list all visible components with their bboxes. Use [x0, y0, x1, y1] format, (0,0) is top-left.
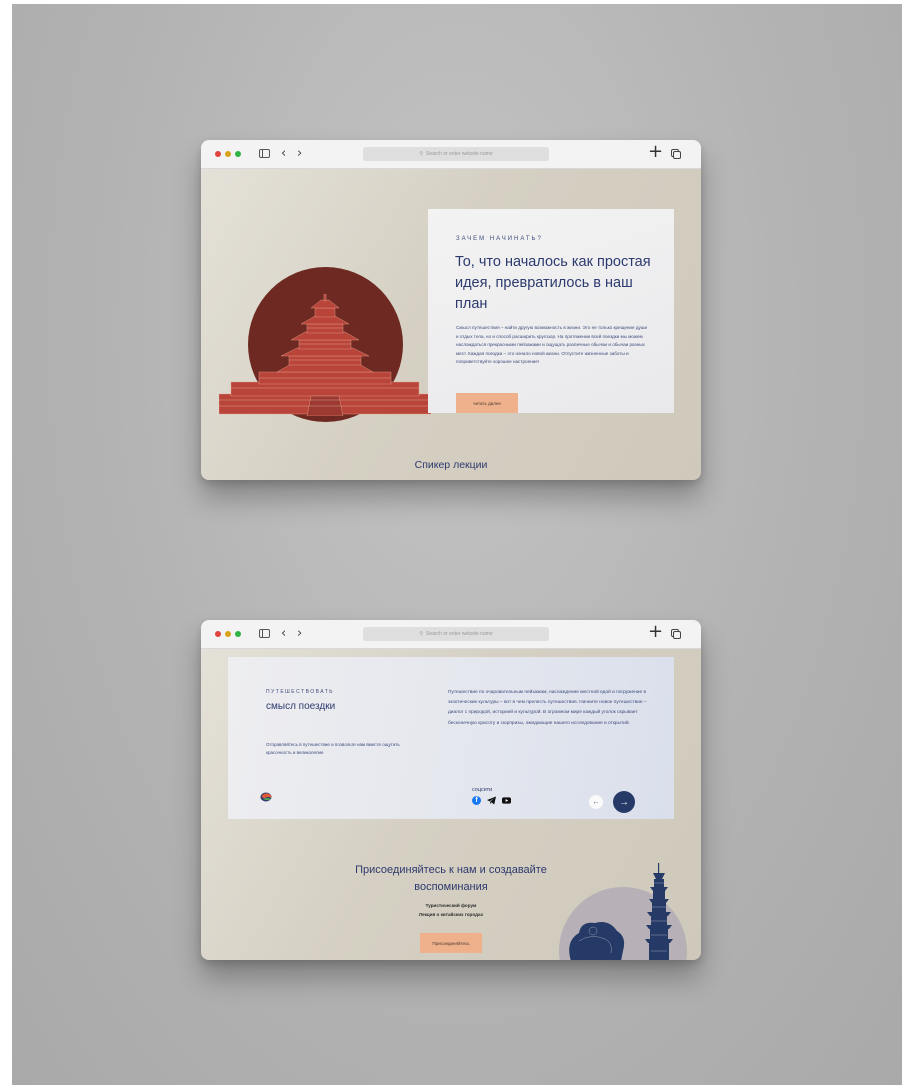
forum-logo-icon [260, 792, 272, 802]
tabs-overview-icon[interactable] [671, 629, 681, 639]
join-subline-forum: Туристический форум [425, 903, 477, 908]
telegram-icon[interactable] [487, 796, 496, 805]
browser-toolbar: ‹ › ⚲ Search or enter website name + [201, 140, 701, 169]
maximize-window-button[interactable] [235, 151, 241, 157]
close-window-button[interactable] [215, 151, 221, 157]
page-content: ЗАЧЕМ НАЧИНАТЬ? То, что началось как про… [201, 169, 701, 480]
youtube-icon[interactable] [502, 796, 511, 805]
address-placeholder: Search or enter website name [425, 631, 493, 637]
travel-card: ПУТЕШЕСТВОВАТЬ смысл поездки Отправляйте… [228, 657, 674, 819]
tabs-overview-icon[interactable] [671, 149, 681, 159]
intro-card: ЗАЧЕМ НАЧИНАТЬ? То, что началось как про… [428, 209, 674, 413]
back-icon[interactable]: ‹ [281, 146, 286, 162]
back-icon[interactable]: ‹ [281, 626, 286, 642]
travel-paragraph: Путешествие по очаровательным пейзажам, … [448, 690, 647, 726]
social-label: соцсети [472, 787, 493, 793]
minimize-window-button[interactable] [225, 151, 231, 157]
browser-window-1: ‹ › ⚲ Search or enter website name + ЗАЧ… [201, 140, 701, 480]
page-title: То, что началось как простая идея, превр… [455, 254, 651, 312]
sidebar-icon[interactable] [259, 149, 270, 158]
section-title: смысл поездки [266, 701, 336, 712]
carousel-prev-button[interactable]: ← [589, 795, 603, 809]
sidebar-icon[interactable] [259, 629, 270, 638]
maximize-window-button[interactable] [235, 631, 241, 637]
page-content: ПУТЕШЕСТВОВАТЬ смысл поездки Отправляйте… [201, 649, 701, 960]
new-tab-icon[interactable]: + [648, 143, 663, 161]
join-button[interactable]: Присоединяйтесь [420, 933, 482, 953]
address-bar[interactable]: ⚲ Search or enter website name [363, 147, 549, 161]
section-eyebrow: ПУТЕШЕСТВОВАТЬ [266, 689, 335, 695]
section-eyebrow: ЗАЧЕМ НАЧИНАТЬ? [456, 236, 543, 242]
intro-paragraph: Смысл путешествия – найти другую возможн… [456, 325, 648, 364]
pagoda-illustration [569, 863, 673, 960]
close-window-button[interactable] [215, 631, 221, 637]
facebook-icon[interactable]: f [472, 796, 481, 805]
temple-of-heaven-illustration [219, 294, 431, 416]
speaker-heading: Спикер лекции [414, 459, 488, 471]
forward-icon[interactable]: › [297, 146, 302, 162]
new-tab-icon[interactable]: + [648, 623, 663, 641]
address-bar[interactable]: ⚲ Search or enter website name [363, 627, 549, 641]
search-icon: ⚲ [419, 631, 423, 637]
join-heading: Присоединяйтесь к нам и создавайте воспо… [355, 864, 547, 893]
browser-window-2: ‹ › ⚲ Search or enter website name + ПУТ… [201, 620, 701, 960]
minimize-window-button[interactable] [225, 631, 231, 637]
carousel-next-button[interactable]: → [613, 791, 635, 813]
address-placeholder: Search or enter website name [425, 151, 493, 157]
forward-icon[interactable]: › [297, 626, 302, 642]
search-icon: ⚲ [419, 151, 423, 157]
browser-toolbar: ‹ › ⚲ Search or enter website name + [201, 620, 701, 649]
join-subline-lecture: Лекция о китайских городах [418, 912, 484, 917]
section-subtitle: Отправляйтесь в путешествие и позвольте … [266, 742, 400, 755]
read-more-button[interactable]: читать далее [456, 393, 518, 413]
